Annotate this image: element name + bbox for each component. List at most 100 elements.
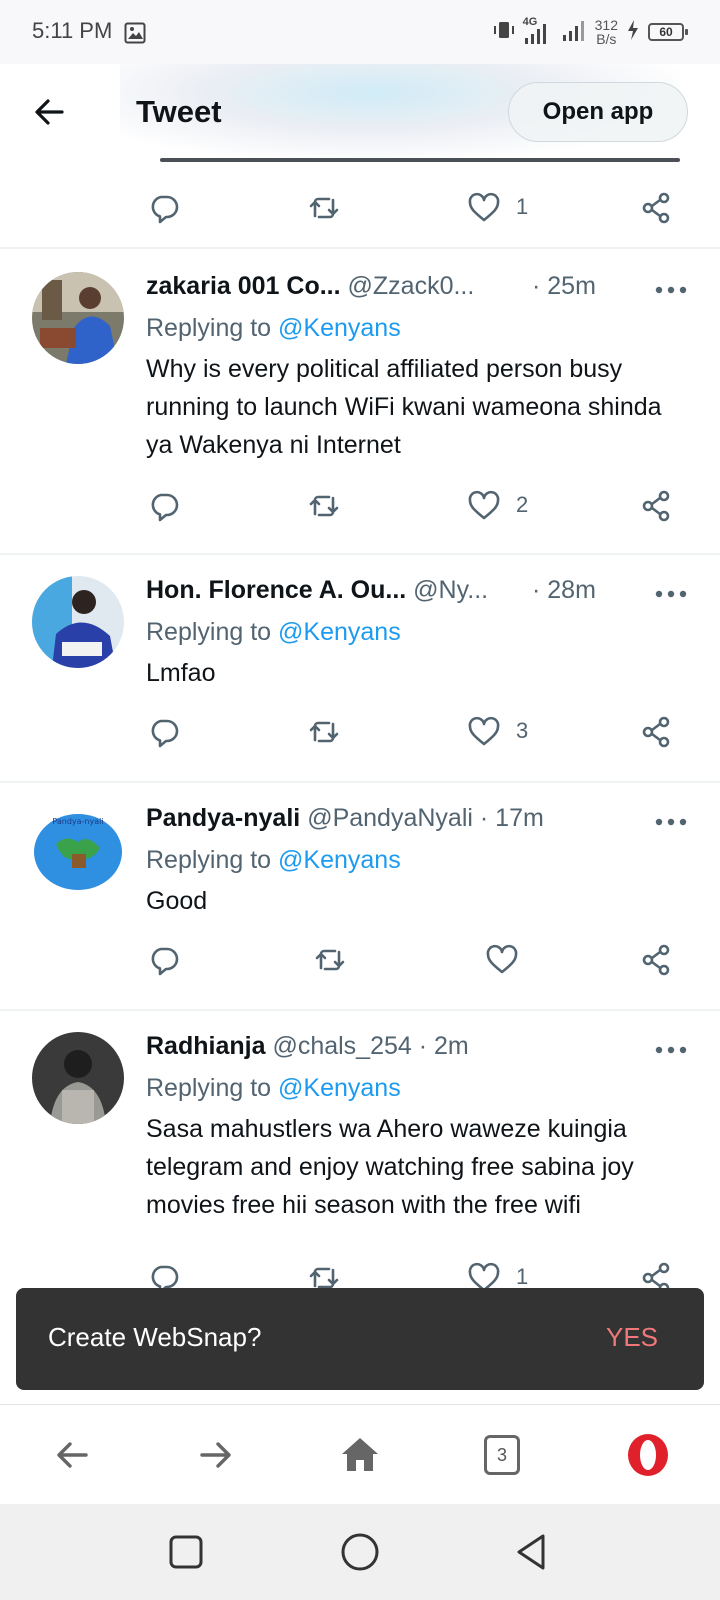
avatar[interactable] xyxy=(32,576,124,668)
more-options-icon[interactable] xyxy=(654,814,688,826)
opera-menu-icon[interactable] xyxy=(624,1431,672,1479)
gallery-icon xyxy=(124,22,146,49)
reply-icon[interactable] xyxy=(146,942,182,978)
retweet-icon[interactable] xyxy=(306,190,342,226)
retweet-icon[interactable] xyxy=(306,714,342,750)
author-name[interactable]: Pandya-nyali xyxy=(146,804,300,832)
browser-forward-icon[interactable] xyxy=(192,1431,240,1479)
open-app-button[interactable]: Open app xyxy=(508,82,688,142)
reply-icon[interactable] xyxy=(146,190,182,226)
tweet-text: Lmfao xyxy=(146,659,216,687)
websnap-snackbar: Create WebSnap? YES xyxy=(16,1288,704,1390)
status-time: 5:11 PM xyxy=(32,18,113,43)
charging-icon xyxy=(626,19,640,46)
browser-toolbar: 3 xyxy=(0,1404,720,1504)
tweet-actions: 1 xyxy=(0,182,720,230)
home-circle-icon[interactable] xyxy=(338,1530,382,1574)
reply-icon[interactable] xyxy=(146,1260,182,1288)
like-icon[interactable] xyxy=(466,714,502,750)
system-nav-bar xyxy=(0,1504,720,1600)
share-icon[interactable] xyxy=(638,190,674,226)
tweet-header: Radhianja @chals_254 · 2m xyxy=(146,1032,686,1068)
retweet-icon[interactable] xyxy=(306,488,342,524)
replying-to: Replying to @Kenyans xyxy=(146,846,401,875)
tweet-text: Good xyxy=(146,887,208,915)
network-speed: 312 B/s xyxy=(595,18,618,46)
like-icon[interactable] xyxy=(466,1260,502,1288)
tweet-text: Why is every political affiliated person… xyxy=(146,355,662,459)
tweet-header: Pandya-nyali @PandyaNyali · 17m xyxy=(146,804,686,840)
avatar[interactable] xyxy=(32,1032,124,1124)
tweet-time: · 2m xyxy=(418,1032,469,1060)
snackbar-yes-button[interactable]: YES xyxy=(606,1322,658,1353)
author-name[interactable]: zakaria 001 Co... xyxy=(146,272,341,300)
reply-icon[interactable] xyxy=(146,488,182,524)
replying-prefix: Replying to xyxy=(146,1074,279,1102)
divider xyxy=(0,1009,720,1011)
media-edge xyxy=(160,158,680,162)
page-title: Tweet xyxy=(136,94,222,129)
divider xyxy=(0,553,720,555)
avatar[interactable]: Pandya-nyali xyxy=(32,804,124,896)
mention-link[interactable]: @Kenyans xyxy=(278,618,401,646)
replying-prefix: Replying to xyxy=(146,846,279,874)
header: Tweet Open app xyxy=(0,64,720,160)
like-icon[interactable] xyxy=(484,942,520,978)
tweet-actions: 1 xyxy=(0,1252,720,1288)
author-handle[interactable]: @Ny... xyxy=(413,576,488,604)
mention-link[interactable]: @Kenyans xyxy=(278,846,401,874)
mention-link[interactable]: @Kenyans xyxy=(278,1074,401,1102)
author-name[interactable]: Radhianja xyxy=(146,1032,265,1060)
avatar[interactable] xyxy=(32,272,124,364)
share-icon[interactable] xyxy=(638,1260,674,1288)
tweet-actions xyxy=(0,934,720,982)
tweet-text: Sasa mahustlers wa Ahero waweze kuingia … xyxy=(146,1115,634,1219)
vibrate-icon xyxy=(493,19,515,46)
share-icon[interactable] xyxy=(638,488,674,524)
browser-back-icon[interactable] xyxy=(48,1431,96,1479)
divider xyxy=(0,781,720,783)
tweet-actions: 2 xyxy=(0,480,720,528)
like-count: 2 xyxy=(516,492,529,517)
tweet-actions: 3 xyxy=(0,706,720,754)
like-count: 1 xyxy=(516,1264,529,1288)
replying-to: Replying to @Kenyans xyxy=(146,1074,401,1103)
replying-to: Replying to @Kenyans xyxy=(146,618,401,647)
like-count: 1 xyxy=(516,194,529,219)
mention-link[interactable]: @Kenyans xyxy=(278,314,401,342)
author-handle[interactable]: @Zzack0... xyxy=(348,272,475,300)
retweet-icon[interactable] xyxy=(312,942,348,978)
like-icon[interactable] xyxy=(466,488,502,524)
share-icon[interactable] xyxy=(638,714,674,750)
author-name[interactable]: Hon. Florence A. Ou... xyxy=(146,576,406,604)
more-options-icon[interactable] xyxy=(654,282,688,294)
speed-unit: B/s xyxy=(596,31,617,47)
replying-prefix: Replying to xyxy=(146,314,279,342)
back-triangle-icon[interactable] xyxy=(510,1530,554,1574)
divider xyxy=(0,247,720,249)
tabs-count: 3 xyxy=(484,1435,520,1475)
back-arrow-icon[interactable] xyxy=(30,92,70,132)
signal-icon xyxy=(561,17,587,48)
share-icon[interactable] xyxy=(638,942,674,978)
tabs-button[interactable]: 3 xyxy=(484,1435,532,1483)
home-icon[interactable] xyxy=(336,1431,384,1479)
retweet-icon[interactable] xyxy=(306,1260,342,1288)
more-options-icon[interactable] xyxy=(654,1042,688,1054)
tweet-time: · 28m xyxy=(532,576,596,604)
replying-prefix: Replying to xyxy=(146,618,279,646)
tweet-time: · 17m xyxy=(479,804,544,832)
reply-icon[interactable] xyxy=(146,714,182,750)
like-count: 3 xyxy=(516,718,529,743)
author-handle[interactable]: @PandyaNyali xyxy=(307,804,473,832)
like-icon[interactable] xyxy=(466,190,502,226)
author-handle[interactable]: @chals_254 xyxy=(272,1032,411,1060)
tweet-time: · 25m xyxy=(532,272,596,300)
signal-4g-icon: 4G xyxy=(523,16,553,46)
svg-text:Pandya-nyali: Pandya-nyali xyxy=(52,817,103,826)
more-options-icon[interactable] xyxy=(654,586,688,598)
recents-icon[interactable] xyxy=(164,1530,208,1574)
snackbar-message: Create WebSnap? xyxy=(48,1322,262,1352)
replying-to: Replying to @Kenyans xyxy=(146,314,401,343)
battery-icon: 60 xyxy=(648,23,688,41)
